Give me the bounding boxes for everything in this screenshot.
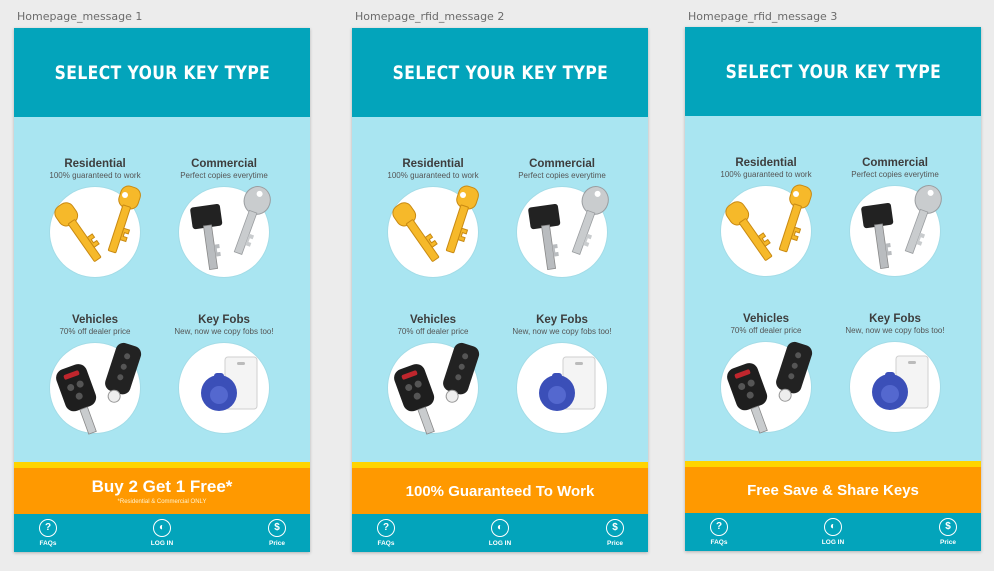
category-image (179, 343, 269, 433)
bottom-tab-bar: ? FAQs ◐ LOG IN $ Price (685, 513, 981, 551)
tab-faqs[interactable]: ? FAQs (694, 518, 744, 546)
category-image (850, 185, 942, 276)
tab-faqs[interactable]: ? FAQs (23, 519, 73, 547)
promo-footnote: *Residential & Commercial ONLY (117, 499, 207, 505)
bottom-tab-bar: ? FAQs ◐ LOG IN $ Price (14, 514, 310, 552)
category-name: Commercial (529, 158, 595, 170)
category-key-fobs[interactable]: Key Fobs New, now we copy fobs too! (492, 314, 632, 433)
promo-text: 100% Guaranteed To Work (405, 482, 595, 500)
commercial-keys-icon (528, 186, 609, 271)
help-icon: ? (377, 519, 395, 537)
residential-keys-icon (54, 185, 141, 262)
price-icon: $ (268, 519, 286, 537)
help-icon: ? (710, 518, 728, 536)
price-icon: $ (939, 518, 957, 536)
category-name: Commercial (191, 158, 257, 170)
tab-price[interactable]: $ Price (590, 519, 640, 547)
category-commercial[interactable]: Commercial Perfect copies everytime (492, 158, 632, 277)
tab-price[interactable]: $ Price (252, 519, 302, 547)
tab-label: FAQs (377, 540, 395, 547)
tab-log-in[interactable]: ◐ LOG IN (137, 519, 187, 547)
category-name: Key Fobs (198, 314, 250, 326)
commercial-keys-icon (190, 186, 271, 271)
tab-price[interactable]: $ Price (923, 518, 973, 546)
category-vehicles[interactable]: Vehicles 70% off dealer price (363, 314, 503, 435)
category-name: Residential (402, 158, 464, 170)
category-name: Key Fobs (536, 314, 588, 326)
key-fob-icon (201, 356, 258, 411)
category-name: Vehicles (71, 314, 119, 326)
tab-label: Price (269, 540, 285, 547)
tab-label: FAQs (39, 540, 57, 547)
homepage-screen: SELECT YOUR KEY TYPE Residential 100% gu… (352, 28, 648, 552)
category-name: Vehicles (742, 313, 790, 325)
artboard-label: Homepage_message 1 (17, 10, 143, 23)
price-icon: $ (606, 519, 624, 537)
key-fob-icon (872, 355, 929, 410)
promo-text: Buy 2 Get 1 Free* (91, 477, 233, 496)
category-image (721, 341, 813, 434)
residential-keys-icon (725, 184, 812, 261)
promo-banner[interactable]: Buy 2 Get 1 Free* *Residential & Commerc… (14, 468, 310, 514)
category-vehicles[interactable]: Vehicles 70% off dealer price (696, 313, 836, 434)
login-icon: ◐ (491, 519, 509, 537)
app-header: SELECT YOUR KEY TYPE (352, 28, 648, 117)
homepage-screen: SELECT YOUR KEY TYPE Residential 100% gu… (14, 28, 310, 552)
car-keys-icon (394, 342, 480, 435)
artboard-label: Homepage_rfid_message 2 (355, 10, 505, 23)
homepage-screen: SELECT YOUR KEY TYPE Residential 100% gu… (685, 27, 981, 551)
car-keys-icon (727, 341, 813, 434)
tab-log-in[interactable]: ◐ LOG IN (808, 518, 858, 546)
category-image (50, 185, 141, 277)
promo-text: Free Save & Share Keys (747, 481, 919, 499)
category-commercial[interactable]: Commercial Perfect copies everytime (154, 158, 294, 277)
tab-label: LOG IN (821, 539, 845, 546)
category-residential[interactable]: Residential 100% guaranteed to work (25, 158, 165, 277)
category-vehicles[interactable]: Vehicles 70% off dealer price (25, 314, 165, 435)
category-image (179, 186, 271, 277)
bottom-tab-bar: ? FAQs ◐ LOG IN $ Price (352, 514, 648, 552)
category-name: Key Fobs (869, 313, 921, 325)
category-image (388, 342, 480, 435)
category-name: Residential (64, 158, 126, 170)
residential-keys-icon (392, 185, 479, 262)
tab-label: Price (607, 540, 623, 547)
login-icon: ◐ (153, 519, 171, 537)
category-key-fobs[interactable]: Key Fobs New, now we copy fobs too! (825, 313, 965, 432)
category-residential[interactable]: Residential 100% guaranteed to work (363, 158, 503, 277)
page-title: SELECT YOUR KEY TYPE (725, 60, 941, 83)
key-fob-icon (539, 356, 596, 411)
category-image (721, 184, 812, 276)
artboard-label: Homepage_rfid_message 3 (688, 10, 838, 23)
category-name: Vehicles (409, 314, 457, 326)
app-header: SELECT YOUR KEY TYPE (14, 28, 310, 117)
tab-label: Price (940, 539, 956, 546)
category-image (850, 342, 940, 432)
login-icon: ◐ (824, 518, 842, 536)
promo-banner[interactable]: Free Save & Share Keys (685, 467, 981, 513)
tab-log-in[interactable]: ◐ LOG IN (475, 519, 525, 547)
commercial-keys-icon (861, 185, 942, 270)
category-image (388, 185, 479, 277)
tab-label: FAQs (710, 539, 728, 546)
tab-label: LOG IN (488, 540, 512, 547)
page-title: SELECT YOUR KEY TYPE (54, 61, 270, 84)
car-keys-icon (56, 342, 142, 435)
category-image (517, 343, 607, 433)
tab-faqs[interactable]: ? FAQs (361, 519, 411, 547)
category-image (517, 186, 609, 277)
help-icon: ? (39, 519, 57, 537)
category-image (50, 342, 142, 435)
category-commercial[interactable]: Commercial Perfect copies everytime (825, 157, 965, 276)
page-title: SELECT YOUR KEY TYPE (392, 61, 608, 84)
tab-label: LOG IN (150, 540, 174, 547)
app-header: SELECT YOUR KEY TYPE (685, 27, 981, 116)
category-name: Commercial (862, 157, 928, 169)
promo-banner[interactable]: 100% Guaranteed To Work (352, 468, 648, 514)
category-residential[interactable]: Residential 100% guaranteed to work (696, 157, 836, 276)
category-name: Residential (735, 157, 797, 169)
category-key-fobs[interactable]: Key Fobs New, now we copy fobs too! (154, 314, 294, 433)
